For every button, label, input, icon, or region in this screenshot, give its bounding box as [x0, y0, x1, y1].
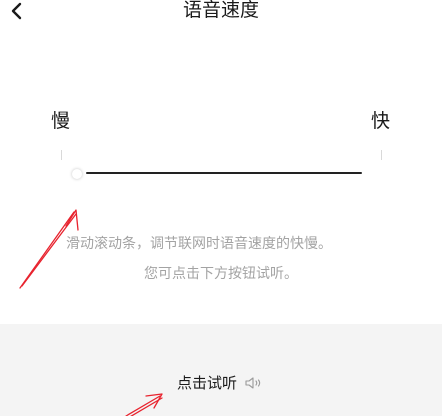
voice-speed-page: 语音速度 慢 快 滑动滚动条，调节联网时语音速度的快慢。 您可点击下方按钮试听。…	[0, 0, 442, 416]
fast-label: 快	[371, 110, 391, 132]
slow-label: 慢	[51, 110, 71, 132]
slider-thumb[interactable]	[72, 169, 82, 179]
hint-text-line2: 您可点击下方按钮试听。	[144, 266, 298, 282]
slider-min-tick	[61, 150, 62, 160]
speaker-icon	[245, 377, 263, 389]
header: 语音速度	[0, 0, 442, 30]
listen-button[interactable]: 点击试听	[177, 374, 263, 392]
speed-slider[interactable]	[66, 160, 366, 190]
listen-panel: 点击试听	[0, 324, 442, 416]
hint-text-line1: 滑动滚动条，调节联网时语音速度的快慢。	[66, 236, 332, 252]
page-title: 语音速度	[182, 0, 259, 21]
listen-label: 点击试听	[177, 374, 238, 392]
slider-max-tick	[381, 150, 382, 160]
slider-track[interactable]	[86, 172, 362, 174]
